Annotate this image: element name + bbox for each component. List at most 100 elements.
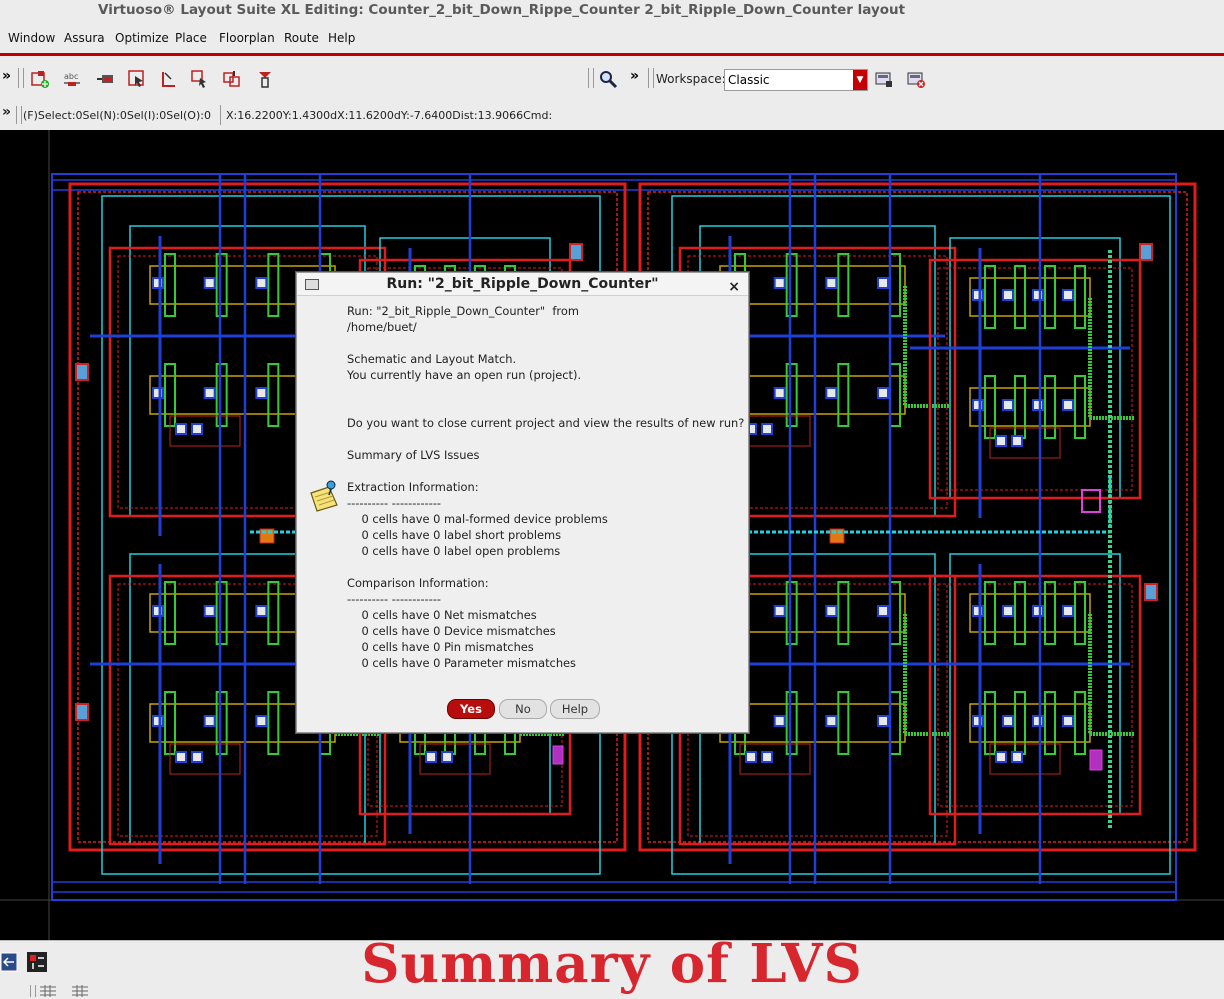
contact (995, 435, 1007, 447)
menu-optimize[interactable]: Optimize (115, 31, 169, 45)
contact (877, 277, 889, 289)
dialog-line: ---------- ------------ (347, 592, 442, 606)
toolbar: » abc » Workspace: Classic ▼ (0, 56, 1224, 101)
menu-route[interactable]: Route (284, 31, 319, 45)
contact (203, 387, 216, 399)
cell-nwell (949, 553, 1121, 815)
toolbar-grip-3[interactable] (648, 68, 654, 88)
dialog-line: Comparison Information: (347, 576, 489, 590)
gate-poly (1014, 265, 1026, 329)
gate-poly (889, 691, 901, 755)
dialog-line: 0 cells have 0 label open problems (347, 544, 561, 558)
menu-assura[interactable]: Assura (64, 31, 105, 45)
gate-poly (1074, 265, 1086, 329)
yes-button[interactable]: Yes (447, 699, 495, 719)
contact (1002, 289, 1014, 301)
contact (1032, 399, 1044, 411)
gate-poly (1074, 375, 1086, 439)
gate-poly (785, 253, 798, 317)
dialog-line: 0 cells have 0 Pin mismatches (347, 640, 534, 654)
help-button[interactable]: Help (550, 699, 600, 719)
contact (1062, 715, 1074, 727)
select-icon[interactable] (127, 69, 147, 89)
toolbar-grip-2[interactable] (588, 68, 594, 88)
contact (1032, 289, 1044, 301)
stretch-icon[interactable] (222, 69, 242, 89)
contact (773, 715, 786, 727)
contact (1062, 605, 1074, 617)
gate-poly (1014, 581, 1026, 645)
toolbar-grip[interactable] (18, 68, 24, 88)
create-label-icon[interactable]: abc (62, 69, 82, 89)
workspace-label: Workspace: (656, 72, 726, 86)
cursor-coordinates: X:16.2200Y:1.4300dX:11.6200dY:-7.6400Dis… (226, 109, 553, 122)
gate-poly (889, 581, 901, 645)
menu-window[interactable]: Window (8, 31, 55, 45)
contact (203, 715, 216, 727)
contact (175, 751, 187, 763)
poly-wire (1088, 614, 1135, 736)
contact (191, 423, 203, 435)
contact (995, 751, 1007, 763)
chevron-down-icon[interactable]: ▼ (853, 70, 867, 90)
create-instance-icon[interactable] (30, 69, 50, 89)
workspace-save-icon[interactable] (874, 69, 894, 89)
label-marker (1089, 749, 1103, 771)
dialog-title: Run: "2_bit_Ripple_Down_Counter" (386, 276, 659, 292)
gate-poly (1044, 691, 1056, 755)
poly-wire (1088, 298, 1135, 420)
selection-status: (F)Select:0Sel(N):0Sel(I):0Sel(O):0 (23, 109, 211, 122)
gate-poly (785, 691, 798, 755)
contact (255, 715, 268, 727)
menu-floorplan[interactable]: Floorplan (219, 31, 275, 45)
gate-poly (215, 253, 228, 317)
pin (1139, 243, 1153, 261)
gate-poly (837, 581, 850, 645)
pin (75, 363, 89, 381)
gate-poly (267, 363, 280, 427)
status-overflow[interactable]: » (2, 104, 11, 120)
workspace-select[interactable]: Classic ▼ (724, 69, 868, 91)
dialog-line: Extraction Information: (347, 480, 479, 494)
lvs-run-dialog: Run: "2_bit_Ripple_Down_Counter" × Run: … (296, 272, 749, 733)
gate-poly (1014, 691, 1026, 755)
contact (203, 605, 216, 617)
close-icon[interactable]: × (728, 276, 740, 298)
contact (745, 751, 757, 763)
dialog-line: Summary of LVS Issues (347, 448, 480, 462)
gate-poly (984, 265, 996, 329)
toolbar-overflow-mid[interactable]: » (630, 68, 639, 84)
toolbar-overflow-left[interactable]: » (2, 68, 11, 84)
cell-nwell (949, 237, 1121, 499)
slide-caption: Summary of LVS (361, 933, 863, 995)
contact (761, 423, 773, 435)
window-titlebar: Virtuoso® Layout Suite XL Editing: Count… (0, 0, 1224, 22)
gate-poly (267, 581, 280, 645)
status-grip[interactable] (16, 106, 22, 124)
no-button[interactable]: No (499, 699, 547, 719)
zoom-icon[interactable] (598, 69, 618, 89)
status-divider (220, 105, 221, 125)
contact (773, 387, 786, 399)
create-pin-icon[interactable] (95, 69, 115, 89)
contact (877, 387, 889, 399)
ruler-icon[interactable] (159, 69, 179, 89)
move-icon[interactable] (190, 69, 210, 89)
window-menu-icon[interactable] (305, 279, 319, 290)
workspace-delete-icon[interactable] (906, 69, 926, 89)
dialog-line: 0 cells have 0 Parameter mismatches (347, 656, 576, 670)
workspace-value: Classic (728, 73, 770, 87)
gate-poly (889, 253, 901, 317)
contact (1062, 289, 1074, 301)
menu-help[interactable]: Help (328, 31, 355, 45)
menu-place[interactable]: Place (175, 31, 207, 45)
contact (203, 277, 216, 289)
contact (773, 277, 786, 289)
contact (425, 751, 437, 763)
contact (761, 751, 773, 763)
cell-poly (937, 267, 1133, 491)
copy-icon[interactable] (255, 69, 275, 89)
gate-poly (1014, 375, 1026, 439)
gate-poly (785, 363, 798, 427)
gate-poly (837, 253, 850, 317)
